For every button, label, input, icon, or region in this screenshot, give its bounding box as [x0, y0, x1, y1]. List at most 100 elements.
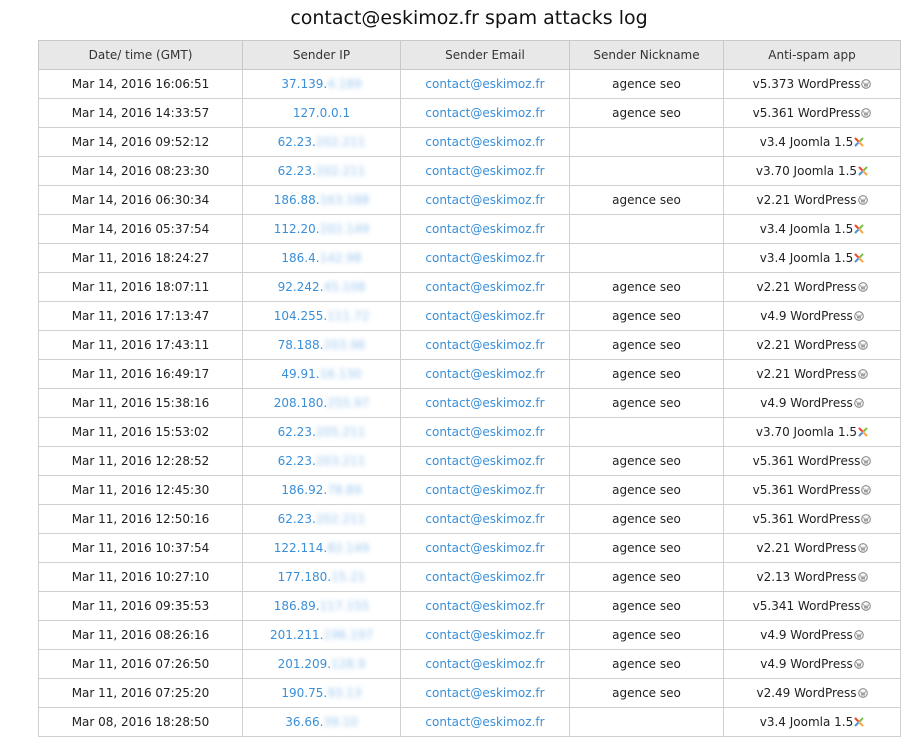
sender-nickname-cell: agence seo: [569, 185, 724, 215]
sender-email-link[interactable]: contact@eskimoz.fr: [425, 396, 544, 410]
table-row: Mar 11, 2016 18:24:27 186.4.142.98 contact…: [38, 243, 901, 273]
sender-email-link[interactable]: contact@eskimoz.fr: [425, 512, 544, 526]
sender-ip-redacted: 128.9: [331, 657, 366, 671]
table-row: Mar 11, 2016 10:37:54 122.114.82.149 conta…: [38, 533, 901, 563]
sender-nickname-cell: agence seo: [569, 475, 724, 505]
date-cell: Mar 11, 2016 18:24:27: [38, 243, 243, 273]
sender-email-link[interactable]: contact@eskimoz.fr: [425, 599, 544, 613]
sender-ip: 127.0.0.1: [292, 106, 351, 120]
anti-spam-app-cell: v5.373 WordPress: [723, 69, 901, 99]
date-cell: Mar 11, 2016 15:53:02: [38, 417, 243, 447]
wordpress-icon: [857, 541, 868, 555]
sender-email-link[interactable]: contact@eskimoz.fr: [425, 541, 544, 555]
sender-email-link[interactable]: contact@eskimoz.fr: [425, 657, 544, 671]
sender-email-link[interactable]: contact@eskimoz.fr: [425, 367, 544, 381]
table-row: Mar 11, 2016 12:45:30 186.92.78.89 contact…: [38, 475, 901, 505]
table-row: Mar 14, 2016 16:06:51 37.139.4.189 contact…: [38, 69, 901, 99]
anti-spam-app-cell: v2.21 WordPress: [723, 359, 901, 389]
sender-email-link[interactable]: contact@eskimoz.fr: [425, 193, 544, 207]
sender-email-cell: contact@eskimoz.fr: [400, 475, 570, 505]
sender-nickname-cell: agence seo: [569, 301, 724, 331]
sender-email-link[interactable]: contact@eskimoz.fr: [425, 222, 544, 236]
anti-spam-app-cell: v2.21 WordPress: [723, 185, 901, 215]
wordpress-icon: [860, 599, 872, 613]
sender-email-link[interactable]: contact@eskimoz.fr: [425, 309, 544, 323]
table-body: Mar 14, 2016 16:06:51 37.139.4.189 contact…: [38, 69, 901, 737]
sender-email-link[interactable]: contact@eskimoz.fr: [425, 483, 544, 497]
sender-email-link[interactable]: contact@eskimoz.fr: [425, 628, 544, 642]
sender-ip-redacted: 111.72: [327, 309, 370, 323]
joomla-icon: [853, 222, 864, 236]
sender-ip-cell: 62.23.202.211: [242, 127, 401, 157]
sender-nickname-cell: agence seo: [569, 504, 724, 534]
sender-ip: 122.114.: [273, 541, 328, 555]
anti-spam-app-cell: v3.4 Joomla 1.5: [723, 243, 901, 273]
sender-ip: 186.4.: [281, 251, 320, 265]
anti-spam-app-cell: v5.361 WordPress: [723, 504, 901, 534]
table-row: Mar 11, 2016 12:50:16 62.23.202.211 contac…: [38, 504, 901, 534]
sender-email-link[interactable]: contact@eskimoz.fr: [425, 251, 544, 265]
sender-ip: 78.188.: [277, 338, 324, 352]
anti-spam-app-label: v2.21 WordPress: [756, 338, 857, 352]
sender-nickname-cell: [569, 156, 724, 186]
date-cell: Mar 14, 2016 08:23:30: [38, 156, 243, 186]
anti-spam-app-label: v5.341 WordPress: [752, 599, 861, 613]
sender-email-link[interactable]: contact@eskimoz.fr: [425, 280, 544, 294]
sender-ip-cell: 37.139.4.189: [242, 69, 401, 99]
anti-spam-app-label: v2.21 WordPress: [756, 367, 857, 381]
sender-email-link[interactable]: contact@eskimoz.fr: [425, 106, 544, 120]
wordpress-icon: [853, 657, 864, 671]
anti-spam-app-cell: v2.21 WordPress: [723, 330, 901, 360]
sender-ip: 186.88.: [273, 193, 320, 207]
sender-email-cell: contact@eskimoz.fr: [400, 156, 570, 186]
sender-email-cell: contact@eskimoz.fr: [400, 98, 570, 128]
table-header-row: Date/ time (GMT) Sender IP Sender Email …: [38, 40, 901, 70]
sender-nickname-cell: [569, 707, 724, 737]
table-row: Mar 11, 2016 17:43:11 78.188.203.96 contac…: [38, 330, 901, 360]
sender-email-cell: contact@eskimoz.fr: [400, 620, 570, 650]
wordpress-icon: [853, 628, 864, 642]
sender-ip: 201.209.: [277, 657, 332, 671]
sender-email-link[interactable]: contact@eskimoz.fr: [425, 425, 544, 439]
anti-spam-app-label: v2.49 WordPress: [756, 686, 857, 700]
anti-spam-app-cell: v5.341 WordPress: [723, 591, 901, 621]
table-row: Mar 11, 2016 08:26:16 201.211.196.197 cont…: [38, 620, 901, 650]
sender-nickname-cell: [569, 417, 724, 447]
date-cell: Mar 14, 2016 09:52:12: [38, 127, 243, 157]
date-cell: Mar 11, 2016 16:49:17: [38, 359, 243, 389]
sender-email-link[interactable]: contact@eskimoz.fr: [425, 77, 544, 91]
sender-email-link[interactable]: contact@eskimoz.fr: [425, 686, 544, 700]
sender-email-link[interactable]: contact@eskimoz.fr: [425, 164, 544, 178]
sender-email-link[interactable]: contact@eskimoz.fr: [425, 454, 544, 468]
sender-nickname-cell: agence seo: [569, 69, 724, 99]
sender-email-link[interactable]: contact@eskimoz.fr: [425, 135, 544, 149]
table-row: Mar 11, 2016 07:26:50 201.209.128.9 contac…: [38, 649, 901, 679]
sender-ip-redacted: 16.130: [319, 367, 362, 381]
joomla-icon: [853, 251, 864, 265]
sender-ip-cell: 201.209.128.9: [242, 649, 401, 679]
sender-ip: 177.180.: [277, 570, 332, 584]
sender-nickname-cell: agence seo: [569, 388, 724, 418]
sender-ip-redacted: 202.211: [315, 135, 366, 149]
wordpress-icon: [857, 570, 868, 584]
sender-ip: 208.180.: [273, 396, 328, 410]
date-cell: Mar 11, 2016 17:43:11: [38, 330, 243, 360]
date-cell: Mar 11, 2016 12:45:30: [38, 475, 243, 505]
anti-spam-app-label: v2.21 WordPress: [756, 280, 857, 294]
anti-spam-app-label: v2.21 WordPress: [756, 193, 857, 207]
table-row: Mar 14, 2016 08:23:30 62.23.202.211 contac…: [38, 156, 901, 186]
sender-ip-cell: 127.0.0.1: [242, 98, 401, 128]
sender-email-link[interactable]: contact@eskimoz.fr: [425, 338, 544, 352]
column-header-sender-ip: Sender IP: [242, 40, 401, 70]
anti-spam-app-cell: v3.70 Joomla 1.5: [723, 417, 901, 447]
sender-ip-redacted: 203.211: [315, 454, 366, 468]
sender-ip-cell: 208.180.255.97: [242, 388, 401, 418]
sender-ip-redacted: 202.211: [315, 164, 366, 178]
date-cell: Mar 11, 2016 17:13:47: [38, 301, 243, 331]
sender-email-link[interactable]: contact@eskimoz.fr: [425, 570, 544, 584]
wordpress-icon: [853, 396, 864, 410]
sender-email-cell: contact@eskimoz.fr: [400, 446, 570, 476]
sender-email-link[interactable]: contact@eskimoz.fr: [425, 715, 544, 729]
sender-email-cell: contact@eskimoz.fr: [400, 185, 570, 215]
anti-spam-app-cell: v2.21 WordPress: [723, 533, 901, 563]
